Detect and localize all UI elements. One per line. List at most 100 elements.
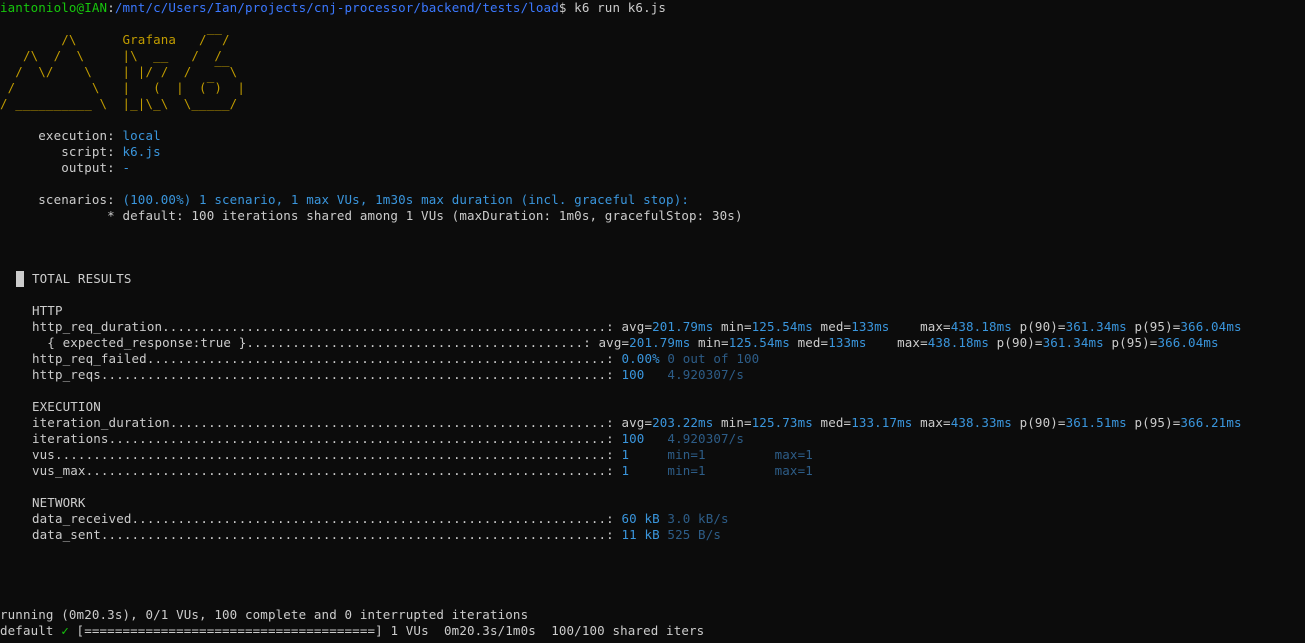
k6-logo-line-1: /\ Grafana /‾‾/ xyxy=(0,32,245,47)
config-scenarios-value: (100.00%) 1 scenario, 1 max VUs, 1m30s m… xyxy=(122,192,690,207)
metric-extra: 4.920307/s xyxy=(644,367,744,382)
metric-value: 60 kB xyxy=(621,511,660,526)
k6-logo-line-5: / __________ \ |_|\_\ \_____/ xyxy=(0,96,245,111)
metric-vus: vus.....................................… xyxy=(32,447,813,463)
total-results-title: TOTAL RESULTS xyxy=(32,271,132,286)
k6-logo-line-2: /\ / \ |\ __ / / xyxy=(0,48,245,63)
metric-dots: ........................................… xyxy=(131,511,622,526)
stat-value-p90: 361.51ms xyxy=(1065,415,1127,430)
metric-http-req-failed: http_req_failed.........................… xyxy=(32,351,759,367)
metric-value: 100 xyxy=(621,431,645,446)
stat-key-p90: p(90)= xyxy=(989,335,1043,350)
metric-iteration-duration: iteration_duration......................… xyxy=(32,415,1242,431)
stat-value-min: 125.73ms xyxy=(751,415,813,430)
metric-extra: min=1 max=1 xyxy=(629,447,813,462)
stat-key-med: med= xyxy=(812,415,852,430)
prompt-command: k6 run k6.js xyxy=(566,0,667,15)
metric-name: iterations xyxy=(32,431,109,446)
stat-key-max: max= xyxy=(889,319,951,334)
terminal-window[interactable]: iantoniolo@IAN:/mnt/c/Users/Ian/projects… xyxy=(0,0,1305,643)
metric-extra: 0 out of 100 xyxy=(659,351,760,366)
status-progress-bar: [======================================]… xyxy=(68,623,705,638)
metric-value: 1 xyxy=(621,447,630,462)
metric-value: 1 xyxy=(621,463,630,478)
stat-value-max: 438.18ms xyxy=(950,319,1012,334)
stat-value-p95: 366.21ms xyxy=(1180,415,1242,430)
check-icon: ✓ xyxy=(61,623,69,638)
metric-extra: 4.920307/s xyxy=(644,431,744,446)
config-script-label: script: xyxy=(0,144,123,159)
k6-logo-line-3: / \/ \ | |/ / / ‾‾\ xyxy=(0,64,245,79)
stat-value-p90: 361.34ms xyxy=(1065,319,1127,334)
metric-name: data_sent xyxy=(32,527,101,542)
metric-data-sent: data_sent...............................… xyxy=(32,527,721,543)
config-scenarios-label: scenarios: xyxy=(0,192,123,207)
stat-key-avg: avg= xyxy=(621,415,653,430)
stat-key-min: min= xyxy=(690,335,729,350)
stat-key-p90: p(90)= xyxy=(1011,415,1066,430)
config-output: output: - xyxy=(0,160,130,176)
stat-value-med: 133.17ms xyxy=(851,415,913,430)
config-default-scenario: * default: 100 iterations shared among 1… xyxy=(0,208,743,223)
stat-value-max: 438.18ms xyxy=(927,335,989,350)
stat-value-med: 133ms xyxy=(828,335,867,350)
metric-dots: ........................................… xyxy=(100,367,622,382)
stat-key-p90: p(90)= xyxy=(1011,319,1066,334)
metric-dots: ........................................… xyxy=(146,351,622,366)
stat-value-p95: 366.04ms xyxy=(1157,335,1219,350)
shell-prompt-line: iantoniolo@IAN:/mnt/c/Users/Ian/projects… xyxy=(0,0,666,16)
metric-extra: 525 B/s xyxy=(659,527,722,542)
metric-dots: ........................................… xyxy=(246,335,599,350)
status-running-line: running (0m20.3s), 0/1 VUs, 100 complete… xyxy=(0,607,529,622)
config-output-value: - xyxy=(122,160,131,175)
prompt-user-host: iantoniolo@IAN xyxy=(0,0,108,15)
metric-iterations: iterations..............................… xyxy=(32,431,744,447)
metric-http-reqs: http_reqs...............................… xyxy=(32,367,744,383)
config-execution-value: local xyxy=(122,128,161,143)
stat-key-med: med= xyxy=(812,319,852,334)
metric-name: http_req_duration xyxy=(32,319,163,334)
metric-dots: ........................................… xyxy=(108,431,622,446)
metric-dots: ........................................… xyxy=(100,527,622,542)
stat-key-p95: p(95)= xyxy=(1126,415,1181,430)
status-default-label: default xyxy=(0,623,62,638)
stat-key-p95: p(95)= xyxy=(1126,319,1181,334)
stat-key-avg: avg= xyxy=(598,335,630,350)
metric-name: vus xyxy=(32,447,55,462)
stat-key-med: med= xyxy=(789,335,829,350)
stat-key-p95: p(95)= xyxy=(1103,335,1158,350)
metric-expected-response: { expected_response:true }..............… xyxy=(32,335,1219,351)
metric-value: 0.00% xyxy=(621,351,660,366)
metric-dots: ........................................… xyxy=(54,447,622,462)
stat-value-avg: 203.22ms xyxy=(652,415,714,430)
stat-value-max: 438.33ms xyxy=(950,415,1012,430)
config-execution: execution: local xyxy=(0,128,161,144)
metric-http-req-duration: http_req_duration.......................… xyxy=(32,319,1242,335)
metric-dots: ........................................… xyxy=(162,319,622,334)
network-section-header: NETWORK xyxy=(32,495,86,510)
section-marker-icon xyxy=(16,271,24,287)
config-scenarios: scenarios: (100.00%) 1 scenario, 1 max V… xyxy=(0,192,689,208)
metric-name: vus_max xyxy=(32,463,86,478)
stat-key-min: min= xyxy=(713,319,752,334)
metric-value: 100 xyxy=(621,367,645,382)
metric-name: http_req_failed xyxy=(32,351,147,366)
metric-vus-max: vus_max.................................… xyxy=(32,463,813,479)
stat-key-max: max= xyxy=(912,415,951,430)
metric-value: 11 kB xyxy=(621,527,660,542)
metric-extra: 3.0 kB/s xyxy=(659,511,729,526)
prompt-dollar: $ xyxy=(558,0,567,15)
stat-value-p95: 366.04ms xyxy=(1180,319,1242,334)
stat-key-avg: avg= xyxy=(621,319,653,334)
stat-value-avg: 201.79ms xyxy=(652,319,714,334)
metric-name: http_reqs xyxy=(32,367,101,382)
metric-name: iteration_duration xyxy=(32,415,170,430)
stat-value-avg: 201.79ms xyxy=(629,335,691,350)
config-execution-label: execution: xyxy=(0,128,123,143)
prompt-path: /mnt/c/Users/Ian/projects/cnj-processor/… xyxy=(114,0,559,15)
config-output-label: output: xyxy=(0,160,123,175)
metric-dots: ........................................… xyxy=(169,415,622,430)
stat-value-min: 125.54ms xyxy=(728,335,790,350)
k6-logo-line-4: / \ | ( | (‾) | xyxy=(0,80,245,95)
metric-name: { expected_response:true } xyxy=(32,335,247,350)
